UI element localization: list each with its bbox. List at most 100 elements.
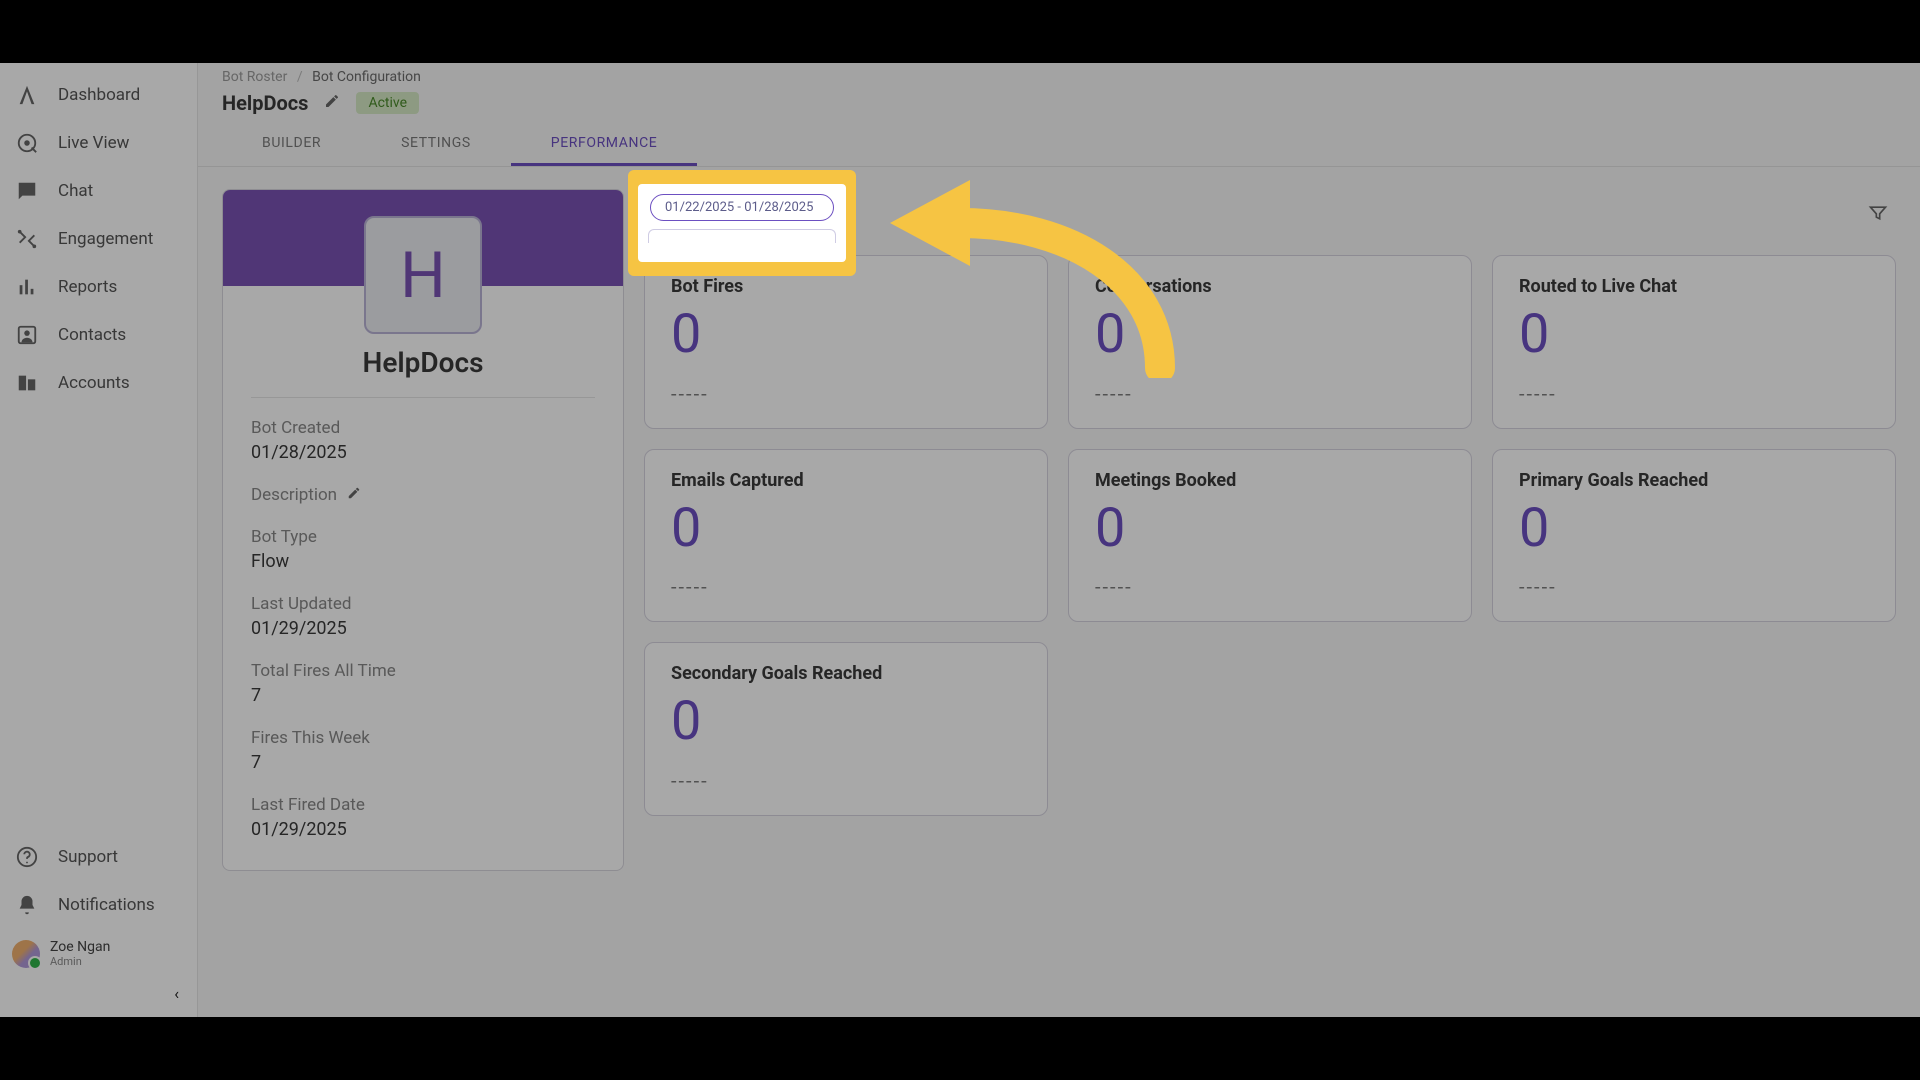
- metric-title: Bot Fires: [671, 276, 1021, 297]
- bot-avatar-letter: H: [400, 238, 446, 313]
- metric-title: Routed to Live Chat: [1519, 276, 1869, 297]
- letterbox-top: [0, 0, 1920, 63]
- metric-primary-goals: Primary Goals Reached 0 -----: [1492, 449, 1896, 623]
- metric-emails-captured: Emails Captured 0 -----: [644, 449, 1048, 623]
- title-bar: HelpDocs Active: [198, 87, 1920, 125]
- sidebar-bottom: Support Notifications Zoe Ngan Admin ‹: [0, 833, 197, 1017]
- metric-value: 0: [1095, 501, 1445, 558]
- field-label: Last Fired Date: [251, 795, 595, 815]
- field-fires-week: Fires This Week 7: [251, 728, 595, 773]
- letterbox-bottom: [0, 1017, 1920, 1080]
- breadcrumb-sep: /: [297, 69, 303, 85]
- sidebar-item-chat[interactable]: Chat: [0, 167, 197, 215]
- edit-description-button[interactable]: [347, 485, 361, 505]
- field-last-fired: Last Fired Date 01/29/2025: [251, 795, 595, 840]
- metric-value: 0: [1519, 501, 1869, 558]
- sidebar-item-label: Support: [58, 847, 118, 867]
- metric-trend: -----: [671, 382, 1021, 406]
- field-description: Description: [251, 485, 595, 505]
- metrics-row-2: Emails Captured 0 ----- Meetings Booked …: [644, 449, 1896, 623]
- field-value: 01/28/2025: [251, 442, 595, 463]
- field-value: Flow: [251, 551, 595, 572]
- user-name: Zoe Ngan: [50, 939, 110, 955]
- page-title: HelpDocs: [222, 91, 308, 115]
- metric-secondary-goals: Secondary Goals Reached 0 -----: [644, 642, 1048, 816]
- engagement-icon: [14, 226, 40, 252]
- sidebar-item-label: Engagement: [58, 229, 153, 249]
- divider: [251, 397, 595, 398]
- field-label: Bot Created: [251, 418, 595, 438]
- reports-icon: [14, 274, 40, 300]
- metric-meetings-booked: Meetings Booked 0 -----: [1068, 449, 1472, 623]
- sidebar-collapse-button[interactable]: ‹: [0, 978, 197, 1011]
- field-value: 7: [251, 752, 595, 773]
- sidebar-item-label: Live View: [58, 133, 129, 153]
- metrics-column: Bot Fires 0 ----- Conversations 0 ----- …: [644, 189, 1896, 816]
- metric-value: 0: [1519, 307, 1869, 364]
- field-value: 01/29/2025: [251, 618, 595, 639]
- main: Bot Roster / Bot Configuration HelpDocs …: [198, 63, 1920, 1017]
- breadcrumb: Bot Roster / Bot Configuration: [198, 63, 1920, 87]
- field-updated: Last Updated 01/29/2025: [251, 594, 595, 639]
- tab-settings[interactable]: SETTINGS: [361, 125, 511, 166]
- sidebar-item-reports[interactable]: Reports: [0, 263, 197, 311]
- sidebar-item-liveview[interactable]: Live View: [0, 119, 197, 167]
- field-created: Bot Created 01/28/2025: [251, 418, 595, 463]
- metric-title: Meetings Booked: [1095, 470, 1445, 491]
- toolbar-row: [644, 189, 1896, 255]
- user-profile[interactable]: Zoe Ngan Admin: [0, 929, 197, 978]
- field-label: Description: [251, 485, 337, 505]
- contacts-icon: [14, 322, 40, 348]
- edit-title-button[interactable]: [324, 93, 340, 113]
- metric-routed-live-chat: Routed to Live Chat 0 -----: [1492, 255, 1896, 429]
- field-label: Fires This Week: [251, 728, 595, 748]
- metric-value: 0: [671, 307, 1021, 364]
- tabs: BUILDER SETTINGS PERFORMANCE: [198, 125, 1920, 167]
- status-badge: Active: [356, 92, 419, 114]
- metrics-row-3: Secondary Goals Reached 0 -----: [644, 642, 1896, 816]
- metric-trend: -----: [1095, 575, 1445, 599]
- sidebar-item-notifications[interactable]: Notifications: [0, 881, 197, 929]
- pencil-icon: [347, 486, 361, 500]
- sidebar-item-label: Contacts: [58, 325, 126, 345]
- accounts-icon: [14, 370, 40, 396]
- metric-trend: -----: [1095, 382, 1445, 406]
- breadcrumb-current: Bot Configuration: [312, 69, 421, 85]
- metric-title: Emails Captured: [671, 470, 1021, 491]
- tab-performance[interactable]: PERFORMANCE: [511, 125, 698, 166]
- sidebar-item-label: Accounts: [58, 373, 130, 393]
- metric-value: 0: [671, 501, 1021, 558]
- sidebar-item-dashboard[interactable]: Dashboard: [0, 71, 197, 119]
- metric-value: 0: [671, 694, 1021, 751]
- sidebar-item-support[interactable]: Support: [0, 833, 197, 881]
- field-total-fires: Total Fires All Time 7: [251, 661, 595, 706]
- metric-trend: -----: [671, 575, 1021, 599]
- field-label: Total Fires All Time: [251, 661, 595, 681]
- breadcrumb-root[interactable]: Bot Roster: [222, 69, 287, 85]
- sidebar-item-contacts[interactable]: Contacts: [0, 311, 197, 359]
- bot-summary-card: H HelpDocs Bot Created 01/28/2025 Descri…: [222, 189, 624, 871]
- metric-value: 0: [1095, 307, 1445, 364]
- sidebar-item-label: Dashboard: [58, 85, 140, 105]
- notifications-icon: [14, 892, 40, 918]
- avatar: [12, 940, 40, 968]
- filter-button[interactable]: [1868, 203, 1888, 227]
- bot-card-body: HelpDocs Bot Created 01/28/2025 Descript…: [223, 286, 623, 870]
- sidebar-item-accounts[interactable]: Accounts: [0, 359, 197, 407]
- metric-title: Primary Goals Reached: [1519, 470, 1869, 491]
- support-icon: [14, 844, 40, 870]
- logo-icon: [14, 82, 40, 108]
- filter-icon: [1868, 203, 1888, 223]
- app-frame: Dashboard Live View Chat Engagement Repo…: [0, 63, 1920, 1017]
- user-role: Admin: [50, 955, 110, 968]
- metrics-row-1: Bot Fires 0 ----- Conversations 0 ----- …: [644, 255, 1896, 429]
- metric-title: Secondary Goals Reached: [671, 663, 1021, 684]
- bot-hero: H: [223, 190, 623, 286]
- field-label: Bot Type: [251, 527, 595, 547]
- sidebar-item-engagement[interactable]: Engagement: [0, 215, 197, 263]
- bot-avatar: H: [364, 216, 482, 334]
- metric-bot-fires: Bot Fires 0 -----: [644, 255, 1048, 429]
- sidebar-top: Dashboard Live View Chat Engagement Repo…: [0, 63, 197, 407]
- tab-builder[interactable]: BUILDER: [222, 125, 361, 166]
- chat-icon: [14, 178, 40, 204]
